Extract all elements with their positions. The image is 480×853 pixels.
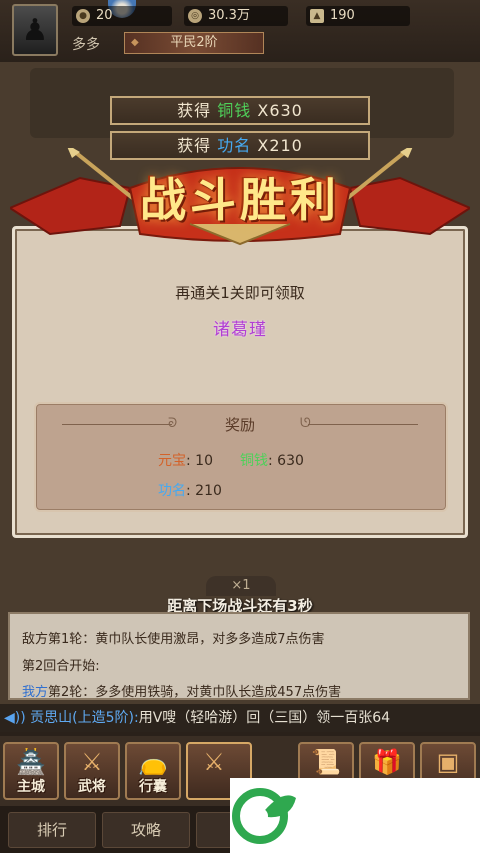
unlock-hint: 再通关1关即可领取 xyxy=(175,284,305,302)
scroll-icon: 📜 xyxy=(311,748,341,776)
speed-toggle-button[interactable]: ×1 xyxy=(206,576,276,596)
resource-ingot-value: 190 xyxy=(330,8,355,23)
reward-item-name: 铜钱 xyxy=(240,453,268,469)
resource-copper[interactable]: ◎ 30.3万 xyxy=(184,6,288,26)
reward-line-item: 铜钱 xyxy=(217,101,252,120)
bag-icon: 👝 xyxy=(138,748,168,776)
player-name: 多多 xyxy=(72,37,100,53)
reward-item-value: 630 xyxy=(277,453,304,469)
castle-icon: 🏯 xyxy=(16,748,46,776)
rank-badge: 平民2阶 xyxy=(124,32,264,54)
nav-generals-button[interactable]: ⚔ 武将 xyxy=(64,742,120,800)
tab-guide[interactable]: 攻略 xyxy=(102,812,190,848)
ingot-icon: ▲ xyxy=(310,9,324,23)
battle-log-line: 敌方第1轮：黄巾队长使用激昂，对多多造成7点伤害 xyxy=(22,632,325,647)
nav-label: 武将 xyxy=(78,779,106,795)
broadcast-ticker[interactable]: ◀)) 贡思山(上造5阶):用V嗖（轻哈游）回（三国）领一百张64 xyxy=(0,704,480,732)
battle-log-side: 我方 xyxy=(22,685,49,700)
tab-ranking[interactable]: 排行 xyxy=(8,812,96,848)
reward-item-value: 210 xyxy=(195,483,222,499)
victory-title: 战斗胜利 xyxy=(140,173,340,227)
reward-line-amount: X630 xyxy=(257,101,303,120)
general-icon: ⚔ xyxy=(81,748,103,776)
nav-main-city-button[interactable]: 🏯 主城 xyxy=(3,742,59,800)
nav-label: 主城 xyxy=(17,779,45,795)
copper-coin-icon: ◎ xyxy=(188,9,202,23)
speaker-icon: ◀)) xyxy=(4,710,26,726)
reward-item-merit: 功名: 210 xyxy=(158,483,222,499)
reward-heading: 奖励 xyxy=(224,416,255,434)
leaf-logo-icon xyxy=(232,788,296,844)
gold-coin-icon: ● xyxy=(76,9,90,23)
broadcast-player: 贡思山(上造5阶): xyxy=(30,710,139,726)
chest-icon: ▣ xyxy=(436,748,460,776)
resource-gold[interactable]: ● 20 xyxy=(72,6,172,26)
gift-icon: 🎁 xyxy=(372,748,402,776)
watermark-logo xyxy=(230,778,480,853)
battle-log-text: 第2轮：多多使用铁骑，对黄巾队长造成457点伤害 xyxy=(48,685,342,700)
reward-item-name: 功名 xyxy=(158,483,186,499)
battle-log-panel[interactable]: 敌方第1轮：黄巾队长使用激昂，对多多造成7点伤害 第2回合开始: 我方第2轮：多… xyxy=(8,612,470,700)
nav-label: 行囊 xyxy=(139,779,167,795)
battle-log-line: 我方第2轮：多多使用铁骑，对黄巾队长造成457点伤害 xyxy=(22,681,342,700)
reward-item-copper: 铜钱: 630 xyxy=(240,453,304,469)
reward-item-yuanbao: 元宝: 10 xyxy=(158,453,213,469)
nav-bag-button[interactable]: 👝 行囊 xyxy=(125,742,181,800)
resource-gold-value: 20 xyxy=(96,8,113,23)
resource-copper-value: 30.3万 xyxy=(208,8,250,23)
broadcast-message: 用V嗖（轻哈游）回（三国）领一百张64 xyxy=(138,710,391,726)
reward-item-name: 元宝 xyxy=(158,453,186,469)
battle-log-line: 第2回合开始: xyxy=(22,659,100,674)
player-avatar[interactable]: ♟ xyxy=(12,4,58,56)
top-status-bar: ♟ ● 20 ◎ 30.3万 ▲ 190 多多 平民2阶 xyxy=(0,0,480,62)
hero-name[interactable]: 诸葛瑾 xyxy=(0,315,480,340)
resource-ingot[interactable]: ▲ 190 xyxy=(306,6,410,26)
reward-line-prefix: 获得 xyxy=(177,101,212,120)
reward-line-copper: 获得 铜钱 X630 xyxy=(110,96,370,125)
battle-icon: ⚔ xyxy=(203,748,225,776)
reward-item-value: 10 xyxy=(195,453,213,469)
